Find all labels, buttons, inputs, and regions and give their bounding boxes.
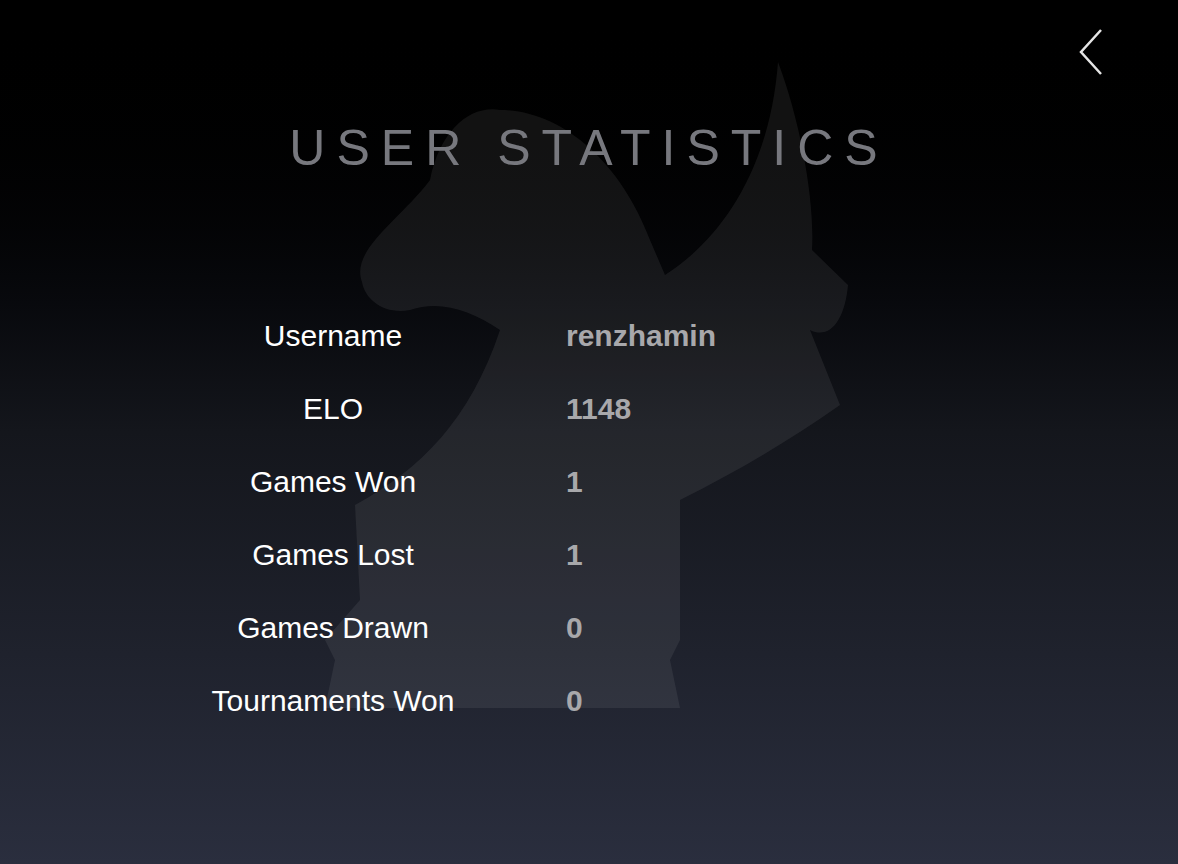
- stat-row: Games Won 1: [0, 445, 1178, 518]
- stat-label: Tournaments Won: [190, 683, 476, 719]
- stat-label: Games Drawn: [190, 610, 476, 646]
- stat-row: Games Lost 1: [0, 518, 1178, 591]
- stat-row: Username renzhamin: [0, 299, 1178, 372]
- back-button[interactable]: [1070, 22, 1110, 82]
- stat-label: Games Lost: [190, 537, 476, 573]
- stat-value: 0: [566, 610, 583, 646]
- stat-label: Games Won: [190, 464, 476, 500]
- stat-row: Games Drawn 0: [0, 591, 1178, 664]
- stat-value: renzhamin: [566, 318, 716, 354]
- stat-label: Username: [190, 318, 476, 354]
- statistics-screen: USER STATISTICS Username renzhamin ELO 1148…: [0, 0, 1178, 864]
- stats-list: UsernamerenzhaminELO1148Games Won1Games …: [0, 178, 1178, 737]
- stat-value: 1148: [566, 391, 631, 427]
- page-title: USER STATISTICS: [289, 118, 888, 178]
- stat-label: ELO: [190, 391, 476, 427]
- stat-value: 0: [566, 683, 583, 719]
- stat-value: 1: [566, 464, 583, 500]
- stat-row: Tournaments Won 0: [0, 664, 1178, 737]
- stat-value: 1: [566, 537, 583, 573]
- stat-row: ELO 1148: [0, 372, 1178, 445]
- back-chevron-icon: [1075, 26, 1105, 78]
